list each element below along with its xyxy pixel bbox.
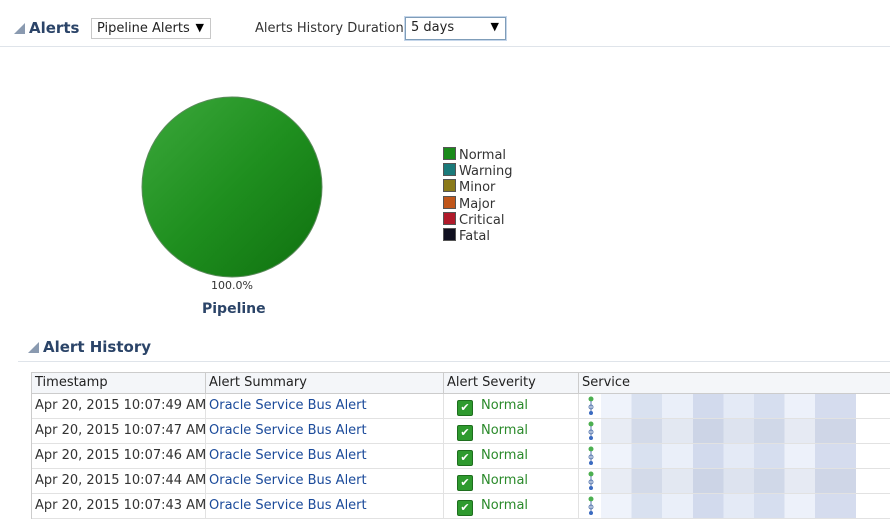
timestamp-cell: Apr 20, 2015 10:07:49 AM xyxy=(32,394,206,418)
checkmark-icon: ✔ xyxy=(457,500,473,516)
redacted-service-name xyxy=(601,469,856,493)
severity-cell: ✔ Normal xyxy=(444,419,579,443)
severity-cell: ✔ Normal xyxy=(444,444,579,468)
pie-slice-normal[interactable] xyxy=(141,96,323,278)
severity-cell: ✔ Normal xyxy=(444,394,579,418)
legend-label: Normal xyxy=(459,148,507,163)
column-header-alert-summary[interactable]: Alert Summary xyxy=(206,373,444,393)
severity-label: Normal xyxy=(481,448,529,463)
legend-swatch xyxy=(443,179,456,193)
legend-swatch xyxy=(443,195,456,209)
timestamp-cell: Apr 20, 2015 10:07:47 AM xyxy=(32,419,206,443)
pipeline-alerts-value: Pipeline Alerts xyxy=(97,21,190,36)
alerts-title: Alerts xyxy=(29,19,80,37)
legend-label: Fatal xyxy=(459,228,490,244)
redacted-service-name xyxy=(601,494,856,518)
alert-summary-link[interactable]: Oracle Service Bus Alert xyxy=(206,494,444,518)
severity-label: Normal xyxy=(481,498,529,513)
column-header-timestamp[interactable]: Timestamp xyxy=(32,373,206,393)
table-row[interactable]: Apr 20, 2015 10:07:44 AM Oracle Service B… xyxy=(32,469,890,494)
alert-summary-link[interactable]: Oracle Service Bus Alert xyxy=(206,419,444,443)
legend-label: Critical xyxy=(459,212,505,228)
collapse-triangle-icon[interactable] xyxy=(14,23,25,34)
severity-label: Normal xyxy=(481,398,529,413)
section-divider xyxy=(18,361,890,362)
table-row[interactable]: Apr 20, 2015 10:07:47 AM Oracle Service B… xyxy=(32,419,890,444)
service-cell[interactable] xyxy=(579,494,890,518)
alert-summary-link[interactable]: Oracle Service Bus Alert xyxy=(206,469,444,493)
service-tree-icon xyxy=(588,471,594,490)
legend-label: Warning xyxy=(459,164,513,180)
service-tree-icon xyxy=(588,446,594,465)
severity-cell: ✔ Normal xyxy=(444,469,579,493)
table-row[interactable]: Apr 20, 2015 10:07:46 AM Oracle Service B… xyxy=(32,444,890,469)
column-header-alert-severity[interactable]: Alert Severity xyxy=(444,373,579,393)
table-row[interactable]: Apr 20, 2015 10:07:49 AM Oracle Service B… xyxy=(32,394,890,419)
dropdown-arrow-icon[interactable]: ▼ xyxy=(491,20,499,33)
alerts-history-duration-dropdown[interactable]: 5 days ▼ xyxy=(405,17,506,40)
legend-item-normal: Normal xyxy=(443,147,512,163)
redacted-service-name xyxy=(601,394,856,418)
pipeline-pie-chart xyxy=(141,96,323,278)
column-header-service[interactable]: Service xyxy=(579,373,890,393)
table-row[interactable]: Apr 20, 2015 10:07:43 AM Oracle Service B… xyxy=(32,494,890,519)
pie-data-label: 100.0% xyxy=(211,279,253,292)
legend-item-major: Major xyxy=(443,195,512,212)
legend-label: Major xyxy=(459,196,496,212)
pipeline-alerts-dropdown[interactable]: Pipeline Alerts ▼ xyxy=(91,18,211,39)
service-cell[interactable] xyxy=(579,419,890,443)
timestamp-cell: Apr 20, 2015 10:07:46 AM xyxy=(32,444,206,468)
pie-chart-title: Pipeline xyxy=(202,301,266,317)
service-tree-icon xyxy=(588,396,594,415)
dropdown-arrow-icon[interactable]: ▼ xyxy=(196,21,204,34)
redacted-service-name xyxy=(601,419,856,443)
alert-history-section-header[interactable]: Alert History xyxy=(28,338,151,356)
alerts-history-duration-label: Alerts History Duration xyxy=(255,21,404,36)
service-cell[interactable] xyxy=(579,394,890,418)
service-cell[interactable] xyxy=(579,469,890,493)
checkmark-icon: ✔ xyxy=(457,400,473,416)
service-tree-icon xyxy=(588,496,594,515)
chart-legend: Normal Warning Minor Major Critical Fatal xyxy=(443,147,512,244)
legend-swatch xyxy=(443,147,456,160)
legend-item-fatal: Fatal xyxy=(443,227,512,244)
service-tree-icon xyxy=(588,421,594,440)
service-cell[interactable] xyxy=(579,444,890,468)
alert-history-table: Timestamp Alert Summary Alert Severity S… xyxy=(31,372,890,519)
duration-value: 5 days xyxy=(411,20,455,35)
alerts-section-header[interactable]: Alerts xyxy=(14,19,79,37)
legend-item-minor: Minor xyxy=(443,179,512,195)
redacted-service-name xyxy=(601,444,856,468)
checkmark-icon: ✔ xyxy=(457,450,473,466)
legend-swatch xyxy=(443,211,456,225)
severity-label: Normal xyxy=(481,423,529,438)
legend-item-critical: Critical xyxy=(443,211,512,228)
collapse-triangle-icon[interactable] xyxy=(28,342,39,353)
timestamp-cell: Apr 20, 2015 10:07:44 AM xyxy=(32,469,206,493)
legend-swatch xyxy=(443,227,456,241)
severity-cell: ✔ Normal xyxy=(444,494,579,518)
alert-history-title: Alert History xyxy=(43,338,151,356)
alert-summary-link[interactable]: Oracle Service Bus Alert xyxy=(206,444,444,468)
table-header-row: Timestamp Alert Summary Alert Severity S… xyxy=(32,373,890,394)
checkmark-icon: ✔ xyxy=(457,475,473,491)
alert-summary-link[interactable]: Oracle Service Bus Alert xyxy=(206,394,444,418)
checkmark-icon: ✔ xyxy=(457,425,473,441)
severity-label: Normal xyxy=(481,473,529,488)
legend-item-warning: Warning xyxy=(443,163,512,179)
legend-swatch xyxy=(443,163,456,177)
legend-label: Minor xyxy=(459,180,496,196)
timestamp-cell: Apr 20, 2015 10:07:43 AM xyxy=(32,494,206,518)
